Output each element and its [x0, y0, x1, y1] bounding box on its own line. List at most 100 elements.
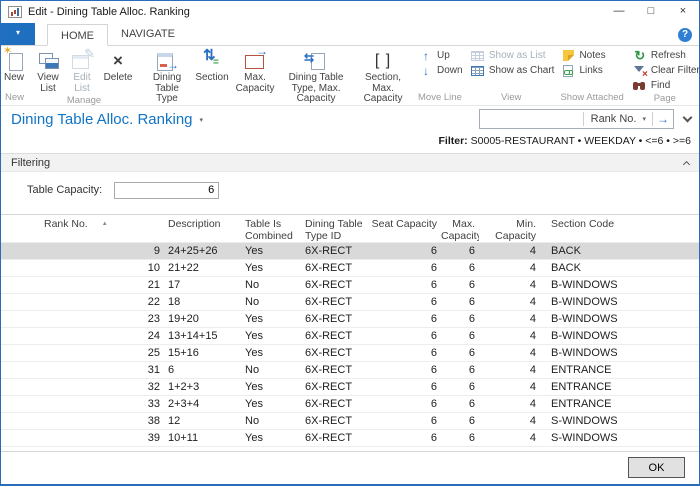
chart-grid-icon	[471, 66, 484, 76]
cell-description: 17	[163, 277, 243, 293]
table-row[interactable]: 2319+20Yes6X-RECT664B-WINDOWS	[1, 311, 699, 328]
move-up-button[interactable]: ↑ Up	[419, 48, 450, 63]
clear-filter-button[interactable]: Clear Filter	[633, 63, 699, 78]
cell-type_id: 6X-RECT	[303, 243, 369, 259]
table-row[interactable]: 2515+16Yes6X-RECT664B-WINDOWS	[1, 345, 699, 362]
cell-max: 6	[441, 260, 479, 276]
ribbon-group-show-attached: Notes Links Show Attached	[558, 47, 625, 105]
column-header-min-capacity[interactable]: Min. Capacity	[479, 219, 543, 242]
view-list-button[interactable]: View List	[30, 48, 66, 95]
ribbon-group-sort-lines-by: → Dining Table Type Section Max. Capacit…	[142, 47, 412, 105]
cell-type_id: 6X-RECT	[303, 260, 369, 276]
cell-section: ENTRANCE	[543, 379, 699, 395]
cell-max: 6	[441, 430, 479, 446]
search-go-arrow-icon[interactable]: →	[653, 112, 673, 126]
table-row[interactable]: 3812No6X-RECT664S-WINDOWS	[1, 413, 699, 430]
cell-rank: 33	[1, 396, 163, 412]
column-header-description[interactable]: Description	[163, 219, 243, 242]
cell-description: 13+14+15	[163, 328, 243, 344]
delete-button[interactable]: × Delete	[98, 48, 138, 85]
sort-section-max-capacity-label: Section, Max. Capacity	[355, 73, 411, 105]
cell-section: B-WINDOWS	[543, 277, 699, 293]
table-row[interactable]: 321+2+3Yes6X-RECT664ENTRANCE	[1, 379, 699, 396]
cell-rank: 21	[1, 277, 163, 293]
table-row[interactable]: 2218No6X-RECT664B-WINDOWS	[1, 294, 699, 311]
cell-seat: 6	[369, 311, 441, 327]
collapse-page-chevron-icon[interactable]	[683, 113, 693, 123]
search-column-caret-icon[interactable]: ▾	[642, 115, 652, 123]
links-button[interactable]: Links	[561, 63, 602, 78]
cell-description: 2+3+4	[163, 396, 243, 412]
filtering-section-title: Filtering	[11, 157, 50, 169]
table-row[interactable]: 332+3+4Yes6X-RECT664ENTRANCE	[1, 396, 699, 413]
minimize-button[interactable]: —	[603, 1, 635, 23]
page-title-caret-icon[interactable]: ▾	[200, 116, 204, 124]
cell-min: 4	[479, 311, 543, 327]
cell-combined: Yes	[243, 345, 303, 361]
cell-combined: Yes	[243, 328, 303, 344]
help-icon[interactable]: ?	[678, 28, 692, 42]
search-input[interactable]	[480, 111, 583, 127]
ranking-table: Rank No.▲ Description Table Is Combined …	[1, 214, 699, 451]
column-header-seat-capacity[interactable]: Seat Capacity	[369, 219, 441, 242]
filtering-section-header[interactable]: Filtering	[1, 153, 699, 172]
cell-min: 4	[479, 379, 543, 395]
cell-min: 4	[479, 396, 543, 412]
titlebar: Edit - Dining Table Alloc. Ranking — □ ×	[1, 1, 699, 23]
close-button[interactable]: ×	[667, 1, 699, 23]
cell-seat: 6	[369, 379, 441, 395]
sort-max-capacity-button[interactable]: Max. Capacity	[232, 48, 278, 95]
app-menu-button[interactable]: ▾	[1, 23, 35, 45]
refresh-button[interactable]: ↻ Refresh	[633, 48, 686, 63]
sort-dtt-max-capacity-button[interactable]: Dining Table Type, Max. Capacity	[278, 48, 354, 106]
cell-description: 24+25+26	[163, 243, 243, 259]
edit-list-button[interactable]: Edit List	[66, 48, 98, 95]
cell-min: 4	[479, 328, 543, 344]
group-label-show-attached: Show Attached	[558, 92, 625, 105]
table-row[interactable]: 316No6X-RECT664ENTRANCE	[1, 362, 699, 379]
cell-rank: 39	[1, 430, 163, 446]
cell-combined: No	[243, 277, 303, 293]
cell-section: ENTRANCE	[543, 396, 699, 412]
table-row[interactable]: 924+25+26Yes6X-RECT664BACK	[1, 243, 699, 260]
move-down-button[interactable]: ↓ Down	[419, 63, 463, 78]
table-row[interactable]: 2117No6X-RECT664B-WINDOWS	[1, 277, 699, 294]
column-header-dining-table-type-id[interactable]: Dining Table Type ID	[303, 219, 369, 242]
sort-section-max-capacity-button[interactable]: [ ] Section, Max. Capacity	[354, 48, 412, 106]
find-button[interactable]: Find	[633, 78, 670, 93]
tab-navigate[interactable]: NAVIGATE	[108, 23, 188, 45]
search-column-selector[interactable]: Rank No.	[584, 113, 643, 125]
collapse-filtering-chevron-icon[interactable]	[683, 161, 690, 168]
dining-table-type-icon: →	[156, 51, 178, 71]
cell-seat: 6	[369, 396, 441, 412]
new-button[interactable]: New	[3, 48, 25, 85]
show-as-chart-button[interactable]: Show as Chart	[471, 63, 555, 78]
column-header-rank-no[interactable]: Rank No.▲	[1, 219, 163, 242]
cell-type_id: 6X-RECT	[303, 294, 369, 310]
sort-max-capacity-label: Max. Capacity	[233, 73, 277, 94]
sort-section-button[interactable]: Section	[192, 48, 232, 85]
column-header-table-is-combined[interactable]: Table Is Combined	[243, 219, 303, 242]
window-title: Edit - Dining Table Alloc. Ranking	[28, 6, 190, 18]
ok-button[interactable]: OK	[628, 457, 685, 478]
table-header-row: Rank No.▲ Description Table Is Combined …	[1, 215, 699, 243]
notes-button[interactable]: Notes	[561, 48, 605, 63]
cell-seat: 6	[369, 328, 441, 344]
sort-ascending-icon: ▲	[102, 221, 108, 227]
group-label-manage: Manage	[30, 95, 138, 106]
show-as-list-button[interactable]: Show as List	[471, 48, 546, 63]
table-row[interactable]: 2413+14+15Yes6X-RECT664B-WINDOWS	[1, 328, 699, 345]
column-header-section-code[interactable]: Section Code	[543, 219, 699, 242]
search-area: Rank No. ▾ →	[479, 109, 691, 129]
sort-dining-table-type-button[interactable]: → Dining Table Type	[142, 48, 192, 106]
table-row[interactable]: 3910+11Yes6X-RECT664S-WINDOWS	[1, 430, 699, 447]
table-capacity-field[interactable]	[114, 182, 219, 199]
tab-home[interactable]: HOME	[47, 24, 108, 46]
edit-list-icon	[71, 51, 93, 71]
table-row[interactable]: 1021+22Yes6X-RECT664BACK	[1, 260, 699, 277]
clear-filter-funnel-icon	[633, 65, 647, 77]
page-title[interactable]: Dining Table Alloc. Ranking	[11, 111, 193, 128]
column-header-max-capacity[interactable]: Max. Capacity	[441, 219, 479, 242]
window: Edit - Dining Table Alloc. Ranking — □ ×…	[0, 0, 700, 486]
maximize-button[interactable]: □	[635, 1, 667, 23]
